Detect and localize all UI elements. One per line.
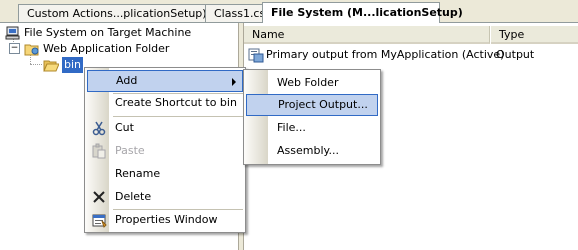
- menu-item-create-shortcut-label: Create Shortcut to bin: [115, 96, 237, 109]
- submenu-item-web-folder-label: Web Folder: [277, 76, 339, 89]
- menu-item-cut-label: Cut: [115, 121, 134, 134]
- list-item-type: Output: [496, 48, 535, 61]
- menu-item-create-shortcut[interactable]: Create Shortcut to bin: [87, 92, 243, 114]
- submenu-item-project-output[interactable]: Project Output...: [246, 94, 378, 116]
- tree-bin-label: bin: [62, 57, 84, 73]
- menu-item-rename-label: Rename: [115, 167, 161, 180]
- add-submenu: Web Folder Project Output... File... Ass…: [243, 69, 381, 165]
- submenu-item-web-folder[interactable]: Web Folder: [246, 72, 378, 94]
- column-header-name[interactable]: Name: [244, 26, 490, 44]
- tab-file-system[interactable]: File System (M...licationSetup): [262, 2, 463, 23]
- paste-icon: [91, 143, 107, 159]
- document-tab-strip: Custom Actions...plicationSetup) Class1.…: [0, 0, 578, 23]
- menu-item-delete[interactable]: Delete: [87, 186, 243, 208]
- collapse-toggle[interactable]: −: [9, 43, 20, 54]
- tab-custom-actions[interactable]: Custom Actions...plicationSetup): [18, 4, 214, 22]
- menu-item-paste[interactable]: Paste: [87, 140, 243, 162]
- menu-item-cut[interactable]: Cut: [87, 117, 243, 139]
- menu-item-add[interactable]: Add: [87, 70, 243, 92]
- list-item[interactable]: Primary output from MyApplication (Activ…: [248, 47, 578, 63]
- submenu-item-assembly-label: Assembly...: [277, 144, 339, 157]
- list-item-name: Primary output from MyApplication (Activ…: [266, 48, 505, 61]
- menu-item-rename[interactable]: Rename: [87, 163, 243, 185]
- submenu-item-project-output-label: Project Output...: [278, 98, 368, 111]
- submenu-item-assembly[interactable]: Assembly...: [246, 140, 378, 162]
- delete-x-icon: [91, 189, 107, 205]
- scissors-icon: [91, 120, 107, 136]
- menu-item-properties-window[interactable]: Properties Window: [87, 209, 243, 231]
- properties-icon: [91, 212, 107, 228]
- project-output-icon: [248, 47, 264, 63]
- computer-icon: [5, 26, 21, 40]
- column-header-type[interactable]: Type: [491, 26, 578, 44]
- menu-item-delete-label: Delete: [115, 190, 152, 203]
- submenu-item-file[interactable]: File...: [246, 117, 378, 139]
- open-folder-icon: [43, 58, 60, 72]
- context-menu: Add Create Shortcut to bin Cut Paste Ren…: [84, 67, 246, 233]
- tree-root-label: File System on Target Machine: [24, 26, 192, 39]
- menu-item-properties-label: Properties Window: [115, 213, 218, 226]
- menu-item-add-label: Add: [116, 74, 138, 87]
- submenu-arrow-icon: [232, 78, 236, 86]
- tree-line: [30, 64, 42, 65]
- tree-folder-label: Web Application Folder: [43, 42, 170, 55]
- submenu-item-file-label: File...: [277, 121, 306, 134]
- folder-globe-icon: [24, 42, 40, 56]
- menu-item-paste-label: Paste: [115, 144, 145, 157]
